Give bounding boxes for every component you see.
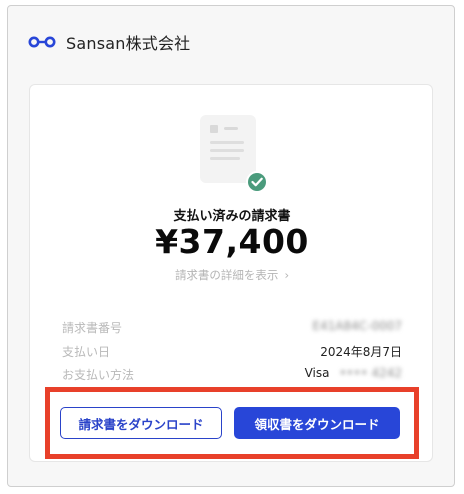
payment-date-value: 2024年8月7日 xyxy=(320,345,402,359)
download-invoice-button[interactable]: 請求書をダウンロード xyxy=(60,407,222,439)
amount-value: ¥37,400 xyxy=(155,222,309,261)
paid-document-check-icon xyxy=(200,115,268,193)
sansan-logo-icon xyxy=(28,36,56,48)
payment-date-label: 支払い日 xyxy=(62,345,111,359)
invoice-number-row: 請求書番号 E41A84C-0007 xyxy=(62,319,402,337)
payment-method-row: お支払い方法 Visa •••• 4242 xyxy=(62,366,402,384)
payment-method-value: Visa •••• 4242 xyxy=(305,366,402,380)
view-invoice-details-link[interactable]: 請求書の詳細を表示 › xyxy=(0,267,464,283)
masked-card-number: •••• 4242 xyxy=(339,366,402,380)
detail-link-label: 請求書の詳細を表示 xyxy=(174,268,279,282)
invoice-number-label: 請求書番号 xyxy=(62,321,123,335)
invoice-number-value: E41A84C-0007 xyxy=(312,319,402,333)
download-receipt-button[interactable]: 領収書をダウンロード xyxy=(234,407,400,439)
company-name: Sansan株式会社 xyxy=(66,34,191,53)
chevron-right-icon: › xyxy=(284,268,290,282)
card-brand: Visa xyxy=(304,366,330,380)
payment-date-row: 支払い日 2024年8月7日 xyxy=(62,343,402,361)
header: Sansan株式会社 xyxy=(28,30,190,54)
payment-method-label: お支払い方法 xyxy=(62,368,135,382)
